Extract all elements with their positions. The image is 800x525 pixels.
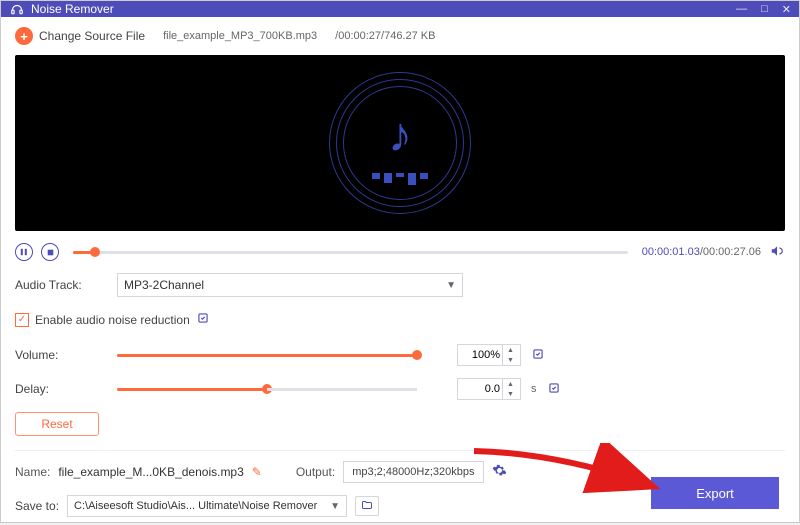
noise-reduction-label: Enable audio noise reduction — [35, 313, 190, 327]
open-folder-icon[interactable] — [355, 496, 379, 516]
maximize-button[interactable]: □ — [761, 3, 768, 16]
window-title: Noise Remover — [31, 2, 736, 16]
delay-slider[interactable] — [117, 388, 417, 391]
noise-settings-icon[interactable] — [196, 311, 210, 328]
change-source-button[interactable]: + Change Source File — [15, 27, 145, 45]
noise-reduction-checkbox[interactable]: ✓ — [15, 313, 29, 327]
volume-slider[interactable] — [117, 354, 417, 357]
playback-time: 00:00:01.03/00:00:27.06 — [642, 246, 761, 258]
volume-row: Volume: ▲▼ — [15, 344, 785, 366]
chevron-down-icon: ▼ — [446, 280, 456, 291]
delay-thumb[interactable] — [262, 384, 272, 394]
close-button[interactable]: ✕ — [782, 3, 791, 16]
output-settings-icon[interactable] — [492, 463, 507, 481]
audio-track-select[interactable]: MP3-2Channel ▼ — [117, 273, 463, 297]
delay-label: Delay: — [15, 382, 107, 396]
audio-track-value: MP3-2Channel — [124, 278, 204, 292]
music-note-icon: ♪ — [388, 108, 412, 163]
output-format-box: mp3;2;48000Hz;320kbps — [343, 461, 483, 483]
volume-icon[interactable] — [769, 244, 785, 261]
divider — [15, 450, 785, 451]
save-path-select[interactable]: C:\Aiseesoft Studio\Ais... Ultimate\Nois… — [67, 495, 347, 517]
preview-area: ♪ — [15, 55, 785, 231]
playback-bar: 00:00:01.03/00:00:27.06 — [15, 243, 785, 261]
audio-track-row: Audio Track: MP3-2Channel ▼ — [15, 273, 785, 297]
volume-input[interactable] — [458, 349, 502, 361]
equalizer-icon — [372, 173, 428, 185]
delay-reset-icon[interactable] — [547, 381, 561, 398]
source-filename: file_example_MP3_700KB.mp3 — [163, 30, 317, 42]
delay-step-up[interactable]: ▲ — [503, 379, 518, 389]
title-bar: Noise Remover — □ ✕ — [1, 1, 799, 17]
volume-input-box: ▲▼ — [457, 344, 521, 366]
source-toolbar: + Change Source File file_example_MP3_70… — [15, 27, 785, 45]
output-label: Output: — [296, 465, 335, 479]
edit-name-icon[interactable]: ✎ — [252, 465, 262, 479]
chevron-down-icon: ▼ — [330, 501, 340, 512]
current-time: 00:00:01.03 — [642, 246, 700, 258]
noise-reduction-row: ✓ Enable audio noise reduction — [15, 311, 785, 328]
play-pause-button[interactable] — [15, 243, 33, 261]
delay-row: Delay: ▲▼ s — [15, 378, 785, 400]
name-value: file_example_M...0KB_denois.mp3 — [58, 465, 243, 479]
save-path-value: C:\Aiseesoft Studio\Ais... Ultimate\Nois… — [74, 500, 317, 512]
change-source-label: Change Source File — [39, 29, 145, 43]
stop-button[interactable] — [41, 243, 59, 261]
total-time: /00:00:27.06 — [700, 246, 761, 258]
save-label: Save to: — [15, 499, 59, 513]
reset-button[interactable]: Reset — [15, 412, 99, 436]
volume-thumb[interactable] — [412, 350, 422, 360]
audio-track-label: Audio Track: — [15, 278, 107, 292]
delay-unit: s — [531, 383, 537, 395]
seek-thumb[interactable] — [90, 247, 100, 257]
volume-step-down[interactable]: ▼ — [503, 355, 518, 365]
source-fileinfo: /00:00:27/746.27 KB — [335, 30, 435, 42]
delay-input[interactable] — [458, 383, 502, 395]
name-label: Name: — [15, 465, 50, 479]
output-value: mp3;2;48000Hz;320kbps — [352, 466, 474, 478]
seek-slider[interactable] — [73, 251, 628, 254]
minimize-button[interactable]: — — [736, 3, 747, 16]
export-button[interactable]: Export — [651, 477, 779, 509]
app-logo-icon — [9, 1, 25, 17]
delay-input-box: ▲▼ — [457, 378, 521, 400]
volume-reset-icon[interactable] — [531, 347, 545, 364]
volume-label: Volume: — [15, 348, 107, 362]
volume-step-up[interactable]: ▲ — [503, 345, 518, 355]
delay-step-down[interactable]: ▼ — [503, 389, 518, 399]
plus-icon: + — [15, 27, 33, 45]
